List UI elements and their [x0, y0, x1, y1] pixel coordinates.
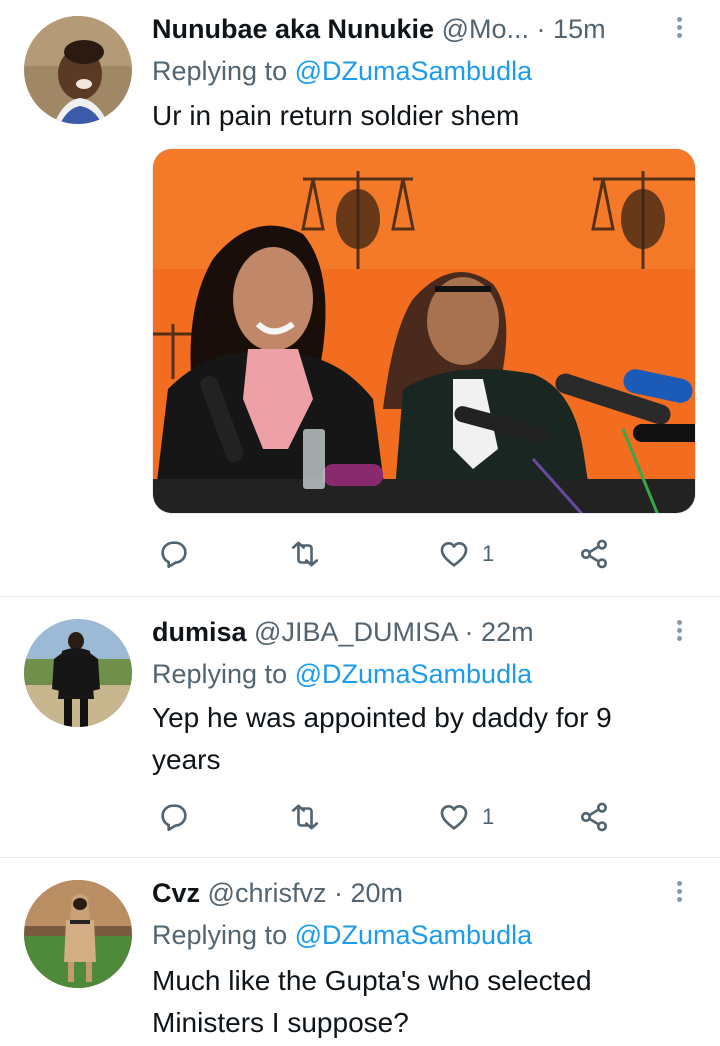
reply-icon	[161, 804, 187, 831]
tweet-header: Cvz @chrisfvz · 20m	[152, 876, 660, 910]
replying-to-mention[interactable]: @DZumaSambudla	[295, 56, 533, 86]
separator-dot: ·	[536, 14, 546, 44]
tweet-media-image[interactable]	[152, 148, 696, 514]
separator-dot: ·	[464, 617, 474, 647]
timestamp[interactable]: 15m	[553, 14, 606, 44]
share-button[interactable]	[578, 536, 610, 572]
tweet-text: Ur in pain return soldier shem	[152, 100, 520, 131]
reply-button[interactable]	[158, 799, 190, 835]
share-icon	[580, 539, 608, 569]
retweet-button[interactable]	[288, 799, 322, 835]
tweet-text: Much like the Gupta's who selected Minis…	[152, 965, 592, 1038]
replying-prefix: Replying to	[152, 659, 295, 689]
dog-avatar-image	[24, 880, 132, 988]
like-count: 1	[482, 804, 495, 829]
avatar[interactable]	[24, 16, 132, 124]
tweet-actions: 1	[152, 799, 632, 835]
timestamp[interactable]: 20m	[350, 878, 403, 908]
timestamp[interactable]: 22m	[481, 617, 534, 647]
heart-icon	[440, 542, 468, 567]
retweet-icon	[291, 804, 319, 830]
retweet-icon	[291, 541, 319, 567]
user-handle[interactable]: @chrisfvz	[208, 878, 327, 908]
more-vertical-icon[interactable]	[674, 617, 684, 647]
replying-to-line: Replying to @DZumaSambudla	[152, 918, 532, 952]
share-button[interactable]	[578, 799, 610, 835]
tweet-text: Yep he was appointed by daddy for 9 year…	[152, 702, 612, 775]
replying-to-mention[interactable]: @DZumaSambudla	[295, 659, 533, 689]
child-avatar-image	[24, 16, 132, 124]
tweet-actions: 1	[152, 536, 632, 572]
user-handle[interactable]: @JIBA_DUMISA	[254, 617, 457, 647]
replying-prefix: Replying to	[152, 56, 295, 86]
reply-button[interactable]	[158, 536, 190, 572]
tweet[interactable]: dumisa @JIBA_DUMISA · 22m Replying to @D…	[0, 597, 720, 857]
display-name[interactable]: dumisa	[152, 617, 247, 647]
tweet[interactable]: Nunubae aka Nunukie @Mo... · 15m Replyin…	[0, 0, 720, 596]
replying-to-line: Replying to @DZumaSambudla	[152, 54, 532, 88]
display-name[interactable]: Cvz	[152, 878, 200, 908]
retweet-button[interactable]	[288, 536, 322, 572]
replying-to-line: Replying to @DZumaSambudla	[152, 657, 532, 691]
tweet[interactable]: Cvz @chrisfvz · 20m Replying to @DZumaSa…	[0, 858, 720, 1046]
more-vertical-icon[interactable]	[674, 14, 684, 44]
separator-dot: ·	[333, 878, 343, 908]
heart-icon	[440, 805, 468, 830]
replying-prefix: Replying to	[152, 920, 295, 950]
like-count: 1	[482, 541, 495, 566]
avatar[interactable]	[24, 619, 132, 727]
like-button[interactable]: 1	[438, 799, 494, 835]
display-name[interactable]: Nunubae aka Nunukie	[152, 14, 434, 44]
replying-to-mention[interactable]: @DZumaSambudla	[295, 920, 533, 950]
press-conference-photo	[153, 149, 695, 513]
reply-icon	[161, 541, 187, 568]
tweet-header: dumisa @JIBA_DUMISA · 22m	[152, 615, 660, 649]
man-avatar-image	[24, 619, 132, 727]
avatar[interactable]	[24, 880, 132, 988]
user-handle[interactable]: @Mo...	[442, 14, 529, 44]
tweet-header: Nunubae aka Nunukie @Mo... · 15m	[152, 12, 660, 46]
share-icon	[580, 802, 608, 832]
like-button[interactable]: 1	[438, 536, 494, 572]
more-vertical-icon[interactable]	[674, 878, 684, 908]
